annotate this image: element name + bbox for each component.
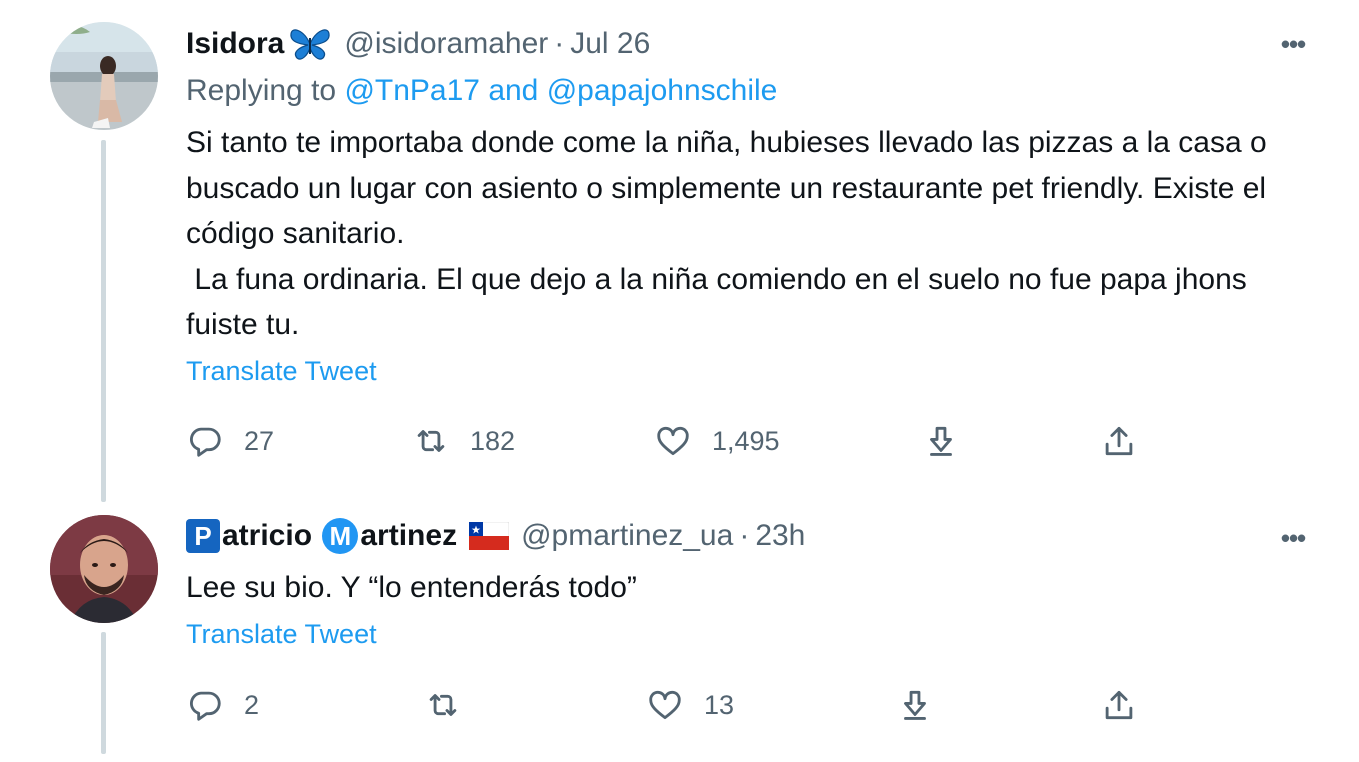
retweet-icon <box>417 430 445 452</box>
heart-icon <box>649 690 681 720</box>
timestamp[interactable]: 23h <box>755 519 805 552</box>
like-count: 13 <box>704 689 735 720</box>
tweet-header: Isidora @isidoramaher · Jul 26 <box>186 22 650 66</box>
retweet-count: 182 <box>470 425 516 456</box>
like-button[interactable]: 13 <box>646 680 734 730</box>
share-button[interactable] <box>1100 680 1138 730</box>
bookmark-down-icon <box>904 690 926 720</box>
handle[interactable]: @pmartinez_ua <box>521 519 733 552</box>
retweet-button[interactable]: 182 <box>412 416 515 466</box>
save-button[interactable] <box>922 416 960 466</box>
replying-user-link[interactable]: @TnPa17 <box>344 74 480 107</box>
emblem-letter-m: M <box>322 518 359 554</box>
tweet-meta: @isidoramaher · Jul 26 <box>344 27 650 61</box>
replying-and[interactable]: and <box>488 74 538 107</box>
timestamp[interactable]: Jul 26 <box>570 27 650 60</box>
reply-button[interactable]: 2 <box>186 680 259 730</box>
display-name-text[interactable]: artinez <box>360 519 457 553</box>
avatar[interactable] <box>50 22 158 130</box>
replying-user-link[interactable]: @papajohnschile <box>547 74 778 107</box>
more-icon: ••• <box>1280 28 1306 59</box>
chile-flag-icon <box>469 522 510 550</box>
avatar[interactable] <box>50 515 158 623</box>
replying-to: Replying to @TnPa17 and @papajohnschile <box>186 74 777 108</box>
reply-icon <box>189 691 221 721</box>
tweet-text: Si tanto te importaba donde come la niña… <box>186 126 1267 341</box>
more-icon: ••• <box>1280 522 1306 553</box>
display-name-text[interactable]: atricio <box>222 519 312 553</box>
reply-count: 2 <box>244 689 260 720</box>
tweet[interactable]: Isidora @isidoramaher · Jul 26 ••• Replyin… <box>0 0 1359 502</box>
share-icon <box>1105 426 1133 456</box>
separator-dot: · <box>739 519 750 552</box>
save-button[interactable] <box>896 680 934 730</box>
more-options-button[interactable]: ••• <box>1273 24 1313 64</box>
more-options-button[interactable]: ••• <box>1273 518 1313 558</box>
retweet-button[interactable] <box>424 680 482 730</box>
translate-tweet-link[interactable]: Translate Tweet <box>186 356 377 387</box>
retweet-icon <box>429 694 457 716</box>
like-button[interactable]: 1,495 <box>654 416 780 466</box>
display-name[interactable]: Isidora <box>186 26 332 62</box>
replying-prefix: Replying to <box>186 74 337 107</box>
handle[interactable]: @isidoramaher <box>344 27 548 60</box>
tweet-actions: 27 182 1,495 <box>0 416 1359 466</box>
bookmark-down-icon <box>930 426 952 456</box>
avatar-photo <box>50 22 158 130</box>
tweet-text: Lee su bio. Y “lo entenderás todo” <box>186 571 637 604</box>
heart-icon <box>657 426 689 456</box>
display-name[interactable]: Patricio Martinez <box>186 518 510 554</box>
reply-button[interactable]: 27 <box>186 416 274 466</box>
avatar-photo <box>50 515 158 623</box>
separator-dot: · <box>554 27 565 60</box>
tweet-meta: @pmartinez_ua · 23h <box>521 519 805 553</box>
share-button[interactable] <box>1100 416 1138 466</box>
translate-tweet-link[interactable]: Translate Tweet <box>186 619 377 650</box>
display-name-text[interactable]: Isidora <box>186 27 284 61</box>
butterfly-icon <box>290 29 330 60</box>
like-count: 1,495 <box>712 425 780 456</box>
share-icon <box>1105 690 1133 720</box>
tweet-actions: 2 13 <box>0 680 1359 730</box>
reply-count: 27 <box>244 425 275 456</box>
reply-icon <box>189 427 221 457</box>
emblem-letter-p: P <box>186 519 220 553</box>
tweet-header: Patricio Martinez @pmartinez_ua · 23h <box>186 514 805 558</box>
